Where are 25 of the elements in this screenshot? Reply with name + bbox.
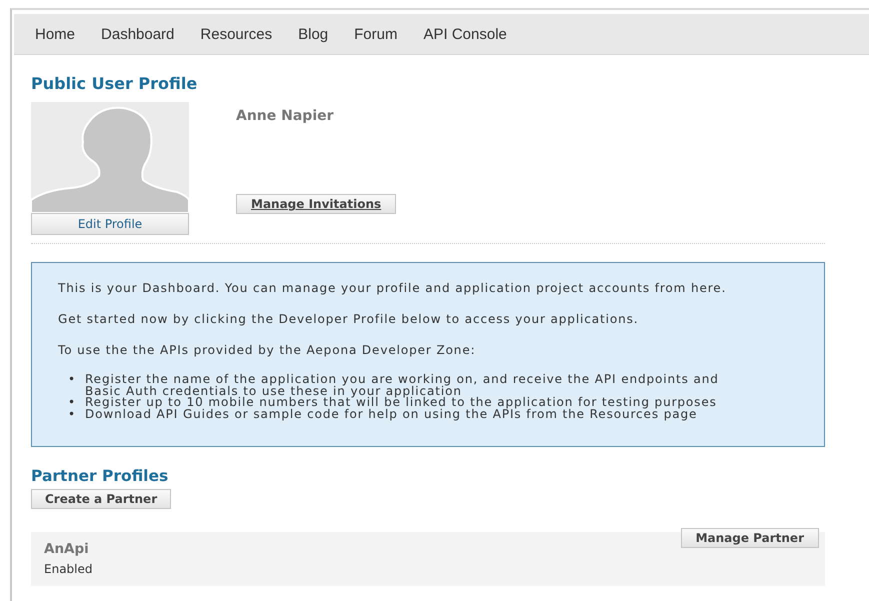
partner-status: Enabled: [44, 562, 92, 576]
info-text: To use the the APIs provided by the Aepona Developer Zone:: [58, 343, 477, 357]
section-heading: Public User Profile: [31, 74, 198, 93]
nav-link[interactable]: Dashboard: [101, 26, 174, 42]
nav-link[interactable]: Home: [35, 26, 76, 42]
bullet-marker: •: [68, 408, 76, 420]
user-name: Anne Napier: [236, 108, 335, 124]
nav-link[interactable]: Forum: [354, 26, 398, 42]
nav-link[interactable]: Blog: [298, 26, 328, 42]
info-text: This is your Dashboard. You can manage your profile and application project accounts from here.: [58, 281, 728, 295]
bullet-marker: •: [68, 397, 76, 408]
info-bullet: Download API Guides or sample code for help on using the APIs from the Resources page: [84, 408, 698, 420]
partner-name: AnApi: [44, 541, 90, 557]
info-bullet: Register the name of the application you are working on, and receive the API endpoints and Basic Auth credentials to use these in your application: [84, 374, 720, 397]
create-partner-button[interactable]: Create a Partner: [31, 489, 172, 509]
info-text: Get started now by clicking the Developer Profile below to access your applications.: [58, 312, 640, 326]
avatar-icon: [31, 102, 189, 213]
edit-profile-button[interactable]: Edit Profile: [31, 213, 189, 235]
nav-link[interactable]: Resources: [200, 26, 272, 42]
nav-link[interactable]: API Console: [423, 26, 507, 42]
section-heading: Partner Profiles: [31, 467, 170, 485]
info-bullet: Register up to 10 mobile numbers that will be linked to the application for testing purposes: [84, 397, 717, 408]
bullet-marker: •: [68, 374, 76, 388]
manage-invitations-button[interactable]: Manage Invitations: [236, 194, 396, 214]
manage-partner-button[interactable]: Manage Partner: [680, 528, 819, 548]
